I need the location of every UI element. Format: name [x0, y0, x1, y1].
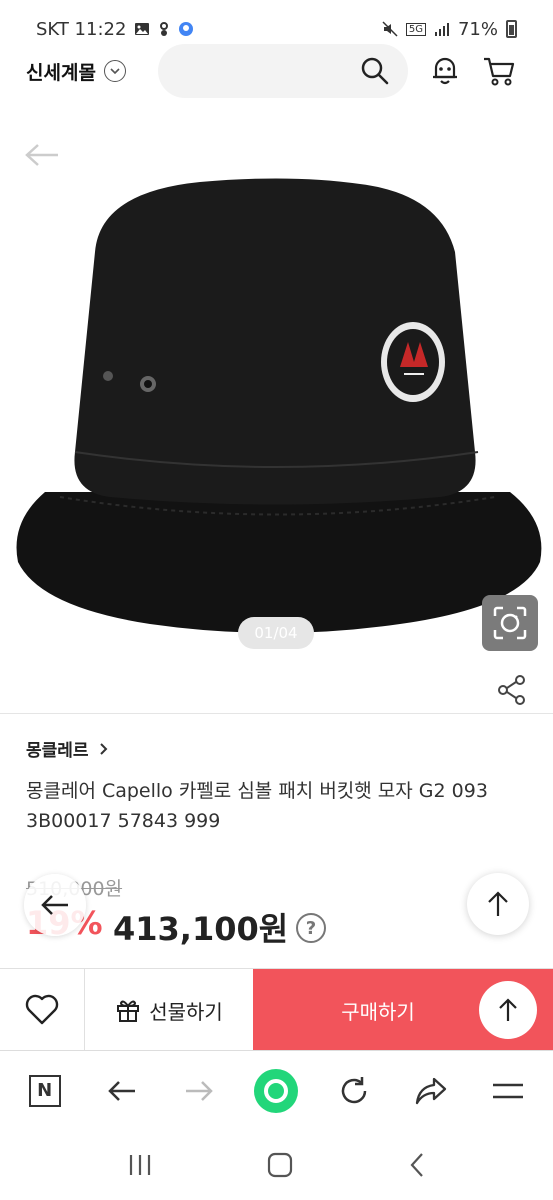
browser-menu-button[interactable]	[478, 1061, 538, 1121]
carrier-time: SKT 11:22	[36, 18, 127, 40]
lens-icon	[493, 606, 527, 640]
chevron-right-icon	[99, 742, 107, 755]
brand-link-label: 몽클레르	[26, 741, 89, 761]
arrow-left-icon	[41, 895, 68, 915]
battery-text: 71%	[457, 18, 498, 40]
heart-icon	[25, 994, 59, 1025]
share-icon[interactable]	[496, 674, 528, 706]
app-header: 신세계몰	[0, 42, 553, 100]
map-pin-icon	[179, 22, 194, 36]
notification-icon	[160, 22, 169, 36]
refresh-icon	[341, 1076, 367, 1103]
browser-share-button[interactable]	[401, 1061, 461, 1121]
browser-back-button[interactable]	[92, 1061, 152, 1121]
back-arrow-icon[interactable]	[22, 140, 62, 170]
product-image	[16, 178, 542, 633]
purchase-action-bar: 선물하기 구매하기	[0, 968, 553, 1051]
image-search-button[interactable]	[482, 595, 538, 651]
system-back-icon[interactable]	[408, 1152, 426, 1178]
brand-name: 신세계몰	[26, 61, 96, 84]
menu-icon	[493, 1083, 524, 1098]
browser-toolbar: N	[0, 1050, 553, 1130]
system-navigation	[0, 1130, 553, 1200]
scroll-top-button[interactable]	[467, 873, 529, 935]
brand-link[interactable]: 몽클레르	[26, 736, 109, 761]
network-badge: 5G	[405, 22, 426, 36]
price-help-icon[interactable]: ?	[296, 913, 326, 943]
browser-forward-button[interactable]	[169, 1061, 229, 1121]
arrow-up-icon	[499, 998, 517, 1021]
share-arrow-icon	[415, 1077, 447, 1104]
home-square-icon[interactable]	[267, 1152, 293, 1178]
product-title: 몽클레어 Capello 카펠로 심볼 패치 버킷햇 모자 G2 093 3B0…	[26, 780, 488, 832]
battery-icon	[506, 20, 517, 38]
sale-price: 413,100원	[113, 910, 289, 948]
home-icon	[254, 1068, 299, 1113]
naver-button[interactable]: N	[15, 1061, 75, 1121]
naver-n-icon: N	[28, 1074, 61, 1107]
gallery-pager: 01/04	[238, 617, 314, 649]
buy-label: 구매하기	[341, 999, 415, 1024]
wishlist-button[interactable]	[0, 969, 85, 1051]
divider	[0, 713, 553, 714]
arrow-right-icon	[186, 1080, 213, 1101]
arrow-up-icon	[488, 891, 508, 916]
mute-icon	[382, 21, 398, 37]
arrow-left-icon	[108, 1080, 135, 1101]
scroll-top-button-secondary[interactable]	[479, 981, 537, 1039]
gallery-icon	[135, 23, 150, 35]
gift-label: 선물하기	[149, 999, 223, 1024]
cart-icon[interactable]	[482, 55, 516, 87]
gift-icon	[117, 1000, 140, 1022]
signal-icon	[434, 23, 449, 36]
search-input[interactable]	[157, 44, 408, 98]
gift-button[interactable]: 선물하기	[85, 969, 253, 1051]
browser-home-button[interactable]	[246, 1061, 306, 1121]
recent-apps-icon[interactable]	[127, 1153, 153, 1177]
floating-back-button[interactable]	[24, 874, 86, 936]
buy-button[interactable]: 구매하기	[253, 969, 553, 1051]
search-icon[interactable]	[360, 56, 390, 86]
brand-selector[interactable]: 신세계몰	[26, 58, 126, 85]
chevron-down-icon	[103, 60, 126, 82]
notification-bell-icon[interactable]	[430, 55, 460, 87]
refresh-button[interactable]	[324, 1061, 384, 1121]
